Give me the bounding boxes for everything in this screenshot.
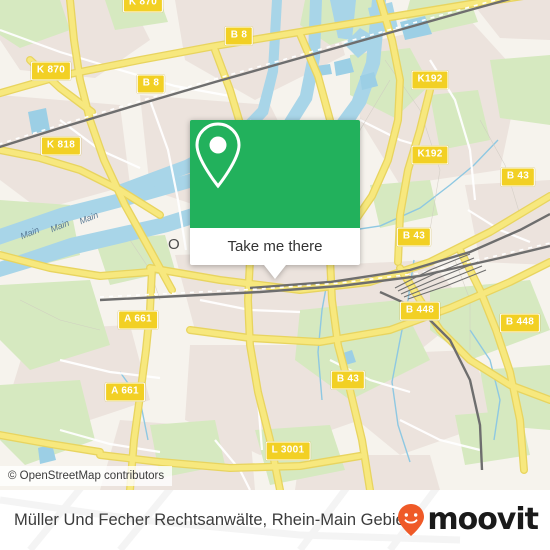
map-screenshot: K 870 B 8 K 870 B 8 K192 K 818 K192 B 43… (0, 0, 550, 550)
bottom-info-bar: Müller Und Fecher Rechtsanwälte, Rhein-M… (0, 490, 550, 550)
moovit-smiley-pin-icon (398, 504, 425, 536)
bottom-bar-content: Müller Und Fecher Rechtsanwälte, Rhein-M… (0, 490, 550, 550)
road-shield[interactable]: L 3001 (265, 441, 311, 461)
road-shield[interactable]: B 43 (500, 167, 536, 187)
popup-pointer (264, 265, 286, 279)
road-shield[interactable]: B 448 (499, 313, 541, 333)
road-shield[interactable]: B 43 (330, 370, 366, 390)
osm-attribution[interactable]: © OpenStreetMap contributors (0, 466, 173, 486)
road-shield[interactable]: K192 (411, 70, 449, 90)
road-shield[interactable]: A 661 (105, 382, 145, 402)
moovit-wordmark: moovit (427, 502, 539, 537)
city-label: O (168, 236, 180, 253)
road-shield[interactable]: K192 (411, 145, 449, 165)
road-shield[interactable]: A 661 (118, 310, 158, 330)
road-shield[interactable]: B 43 (396, 227, 432, 247)
map-canvas[interactable]: K 870 B 8 K 870 B 8 K192 K 818 K192 B 43… (0, 0, 550, 490)
road-shield[interactable]: K 870 (30, 61, 72, 81)
place-title: Müller Und Fecher Rechtsanwälte, Rhein-M… (14, 510, 410, 529)
map-popup[interactable]: Take me there (190, 120, 360, 279)
road-shield[interactable]: B 8 (224, 26, 254, 46)
road-shield[interactable]: B 8 (136, 74, 166, 94)
location-pin-icon (195, 122, 241, 189)
popup-header (190, 120, 360, 228)
road-shield[interactable]: K 818 (40, 136, 82, 156)
road-shield[interactable]: B 448 (399, 301, 441, 321)
moovit-logo[interactable]: moovit (396, 502, 539, 537)
road-shield[interactable]: K 870 (122, 0, 164, 13)
popup-cta-label[interactable]: Take me there (190, 228, 360, 265)
